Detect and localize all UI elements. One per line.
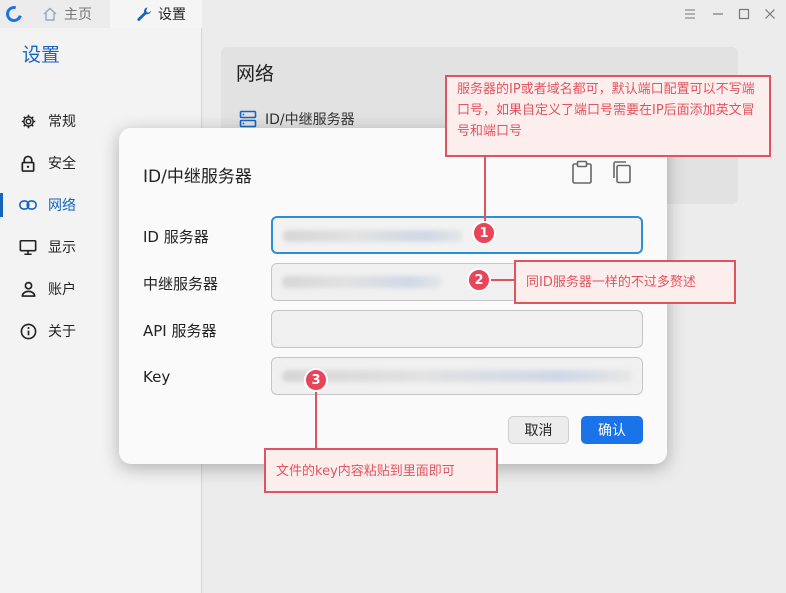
annotation-note-1: 服务器的IP或者域名都可，默认端口配置可以不写端口号，如果自定义了端口号需要在I… xyxy=(445,75,771,157)
sidebar-item-label: 显示 xyxy=(48,240,76,256)
copy-icon[interactable] xyxy=(611,160,635,184)
sidebar-item-label: 账户 xyxy=(48,282,76,298)
dialog-title: ID/中继服务器 xyxy=(143,167,252,187)
tab-home[interactable]: 主页 xyxy=(42,0,92,28)
menu-icon[interactable] xyxy=(682,6,698,22)
app-logo-icon xyxy=(3,3,25,25)
wrench-icon xyxy=(137,7,151,21)
tab-home-label: 主页 xyxy=(64,7,92,23)
annotation-note-2: 同ID服务器一样的不过多赘述 xyxy=(514,260,736,304)
relay-server-label: 中继服务器 xyxy=(143,275,219,293)
annotation-connector xyxy=(484,157,486,223)
blurred-value xyxy=(282,276,442,288)
card-title: 网络 xyxy=(236,63,275,85)
sidebar-item-label: 安全 xyxy=(48,156,76,172)
annotation-note-3: 文件的key内容粘贴到里面即可 xyxy=(264,448,498,493)
home-icon xyxy=(43,7,57,21)
gear-icon xyxy=(19,112,37,130)
id-server-label: ID 服务器 xyxy=(143,228,209,246)
api-server-input[interactable] xyxy=(271,310,643,348)
paste-icon[interactable] xyxy=(571,160,595,184)
tab-settings[interactable]: 设置 xyxy=(110,0,202,28)
monitor-icon xyxy=(19,238,37,256)
annotation-connector xyxy=(491,279,515,281)
annotation-marker-2: 2 xyxy=(467,268,491,292)
blurred-value xyxy=(283,230,463,242)
id-relay-server-label: ID/中继服务器 xyxy=(265,112,355,128)
id-server-input[interactable] xyxy=(271,216,643,254)
confirm-button[interactable]: 确认 xyxy=(581,416,643,444)
link-icon xyxy=(19,196,37,214)
server-icon xyxy=(239,110,257,128)
annotation-connector xyxy=(315,392,317,450)
user-icon xyxy=(19,280,37,298)
annotation-marker-1: 1 xyxy=(472,221,496,245)
id-relay-server-row[interactable]: ID/中继服务器 xyxy=(239,109,355,129)
close-icon[interactable] xyxy=(762,6,778,22)
sidebar-title: 设置 xyxy=(22,44,61,66)
minimize-icon[interactable] xyxy=(710,6,726,22)
maximize-icon[interactable] xyxy=(736,6,752,22)
key-label: Key xyxy=(143,368,171,386)
annotation-marker-3: 3 xyxy=(304,368,328,392)
tab-settings-label: 设置 xyxy=(158,7,186,23)
sidebar-item-label: 网络 xyxy=(48,198,76,214)
sidebar-item-label: 关于 xyxy=(48,324,76,340)
blurred-value xyxy=(282,370,632,382)
info-icon xyxy=(19,322,37,340)
sidebar-item-label: 常规 xyxy=(48,114,76,130)
title-bar: 主页 设置 xyxy=(0,0,786,28)
lock-icon xyxy=(19,154,37,172)
api-server-label: API 服务器 xyxy=(143,322,217,340)
cancel-button[interactable]: 取消 xyxy=(508,416,569,444)
